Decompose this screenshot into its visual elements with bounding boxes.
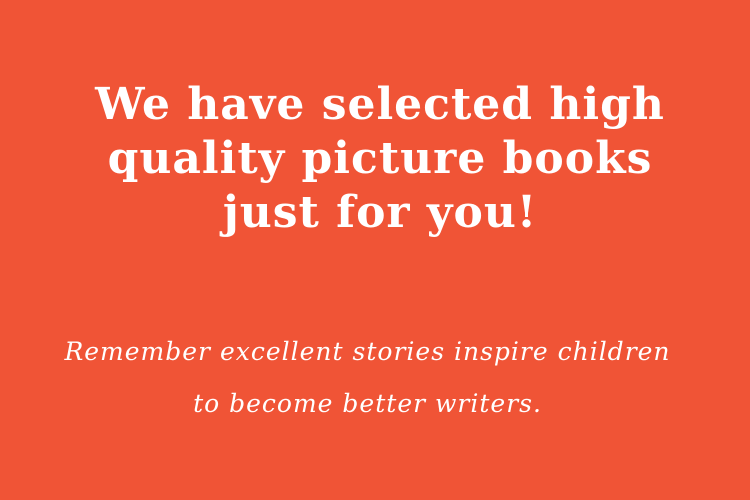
headline-line-2: quality picture books [107, 133, 653, 184]
subline-line-2: to become better writers. [193, 389, 542, 418]
headline-line-1: We have selected high [95, 79, 665, 130]
subline: Remember excellent stories inspire child… [10, 326, 725, 430]
headline-line-3: just for you! [222, 187, 538, 238]
headline: We have selected high quality picture bo… [20, 78, 740, 240]
subline-line-1: Remember excellent stories inspire child… [64, 337, 671, 366]
banner: We have selected high quality picture bo… [0, 0, 750, 500]
